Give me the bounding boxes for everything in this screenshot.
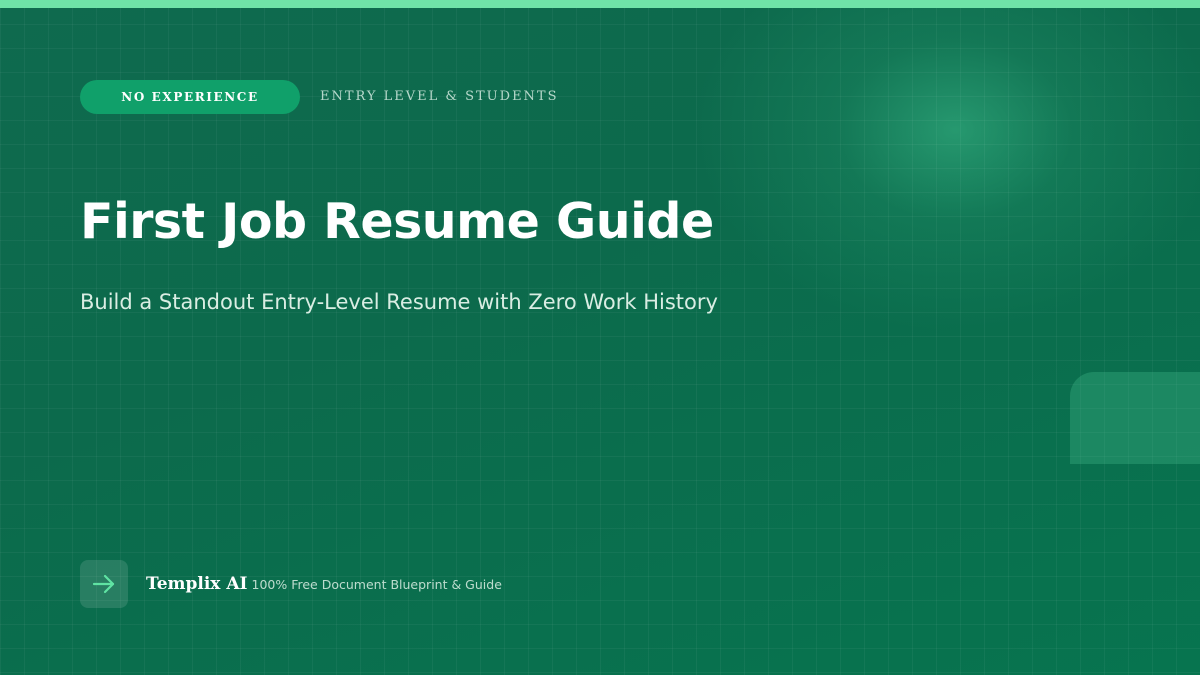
top-accent-bar [0,0,1200,8]
brand-logo [80,560,128,608]
brand-tagline: 100% Free Document Blueprint & Guide [251,576,502,592]
brand-name: Templix AI [146,574,248,594]
cover-canvas: NO EXPERIENCE ENTRY LEVEL & STUDENTS Fir… [0,0,1200,675]
decorative-corner-shape [1070,372,1200,464]
page-title: First Job Resume Guide [80,193,714,250]
category-badge: NO EXPERIENCE [80,80,300,114]
audience-label: ENTRY LEVEL & STUDENTS [320,89,559,104]
brand-footer: Templix AI 100% Free Document Blueprint … [80,560,502,608]
arrow-right-icon [92,574,115,594]
page-subtitle: Build a Standout Entry-Level Resume with… [80,290,718,314]
